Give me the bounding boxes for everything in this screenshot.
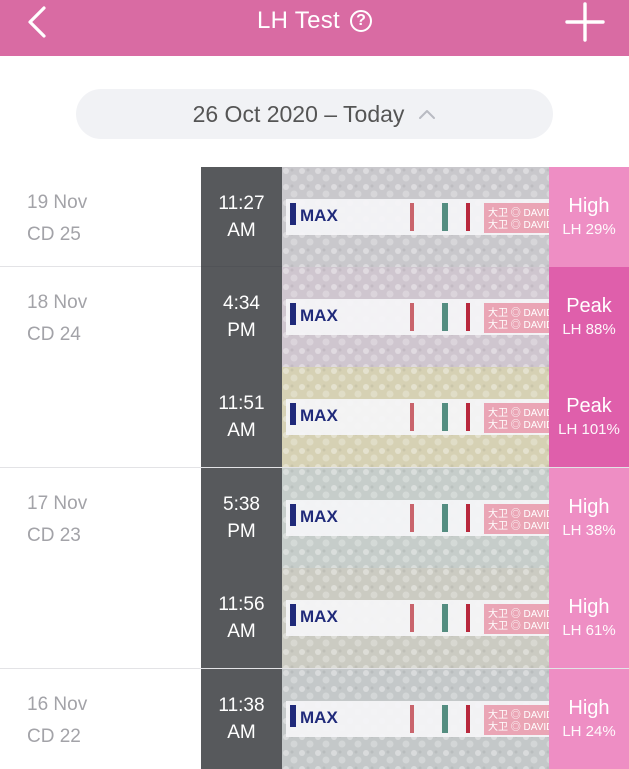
- test-time-ampm: PM: [227, 320, 256, 341]
- cycle-day: CD 24: [27, 324, 81, 345]
- test-row[interactable]: 16 Nov CD 22 11:38 AM MAX 大卫 ◎ DAVID 大卫 …: [0, 669, 629, 769]
- result-label: High: [568, 596, 610, 618]
- help-icon[interactable]: ?: [350, 10, 373, 32]
- test-strip-photo[interactable]: MAX 大卫 ◎ DAVID 大卫 ◎ DAVID: [282, 468, 549, 568]
- strip-label: MAX: [300, 507, 338, 526]
- test-strip-photo[interactable]: MAX 大卫 ◎ DAVID 大卫 ◎ DAVID: [282, 669, 549, 769]
- test-time-value: 11:56: [218, 594, 265, 615]
- cycle-day: CD 22: [27, 726, 81, 747]
- lh-value: LH 88%: [562, 321, 616, 338]
- lh-value: LH 24%: [562, 723, 616, 740]
- strip-brand-mark: 大卫 ◎ DAVID: [488, 306, 549, 319]
- result-label: High: [568, 496, 610, 518]
- strip-brand-mark: 大卫 ◎ DAVID: [488, 218, 549, 231]
- strip-label: MAX: [300, 607, 338, 626]
- result-badge: High LH 24%: [549, 669, 629, 769]
- test-date: 16 Nov: [27, 694, 88, 715]
- cycle-day: CD 25: [27, 224, 81, 245]
- test-time: 5:38 PM: [201, 468, 282, 568]
- test-strip-photo[interactable]: MAX 大卫 ◎ DAVID 大卫 ◎ DAVID: [282, 167, 549, 267]
- lh-value: LH 29%: [562, 221, 616, 238]
- test-date: 17 Nov: [27, 493, 88, 514]
- strip-label: MAX: [300, 306, 338, 325]
- test-time-ampm: PM: [227, 521, 256, 542]
- test-time-value: 11:38: [218, 695, 265, 716]
- strip-label: MAX: [300, 406, 338, 425]
- test-time: 4:34 PM: [201, 267, 282, 367]
- result-badge: Peak LH 101%: [549, 367, 629, 467]
- strip-brand-mark: 大卫 ◎ DAVID: [488, 720, 549, 733]
- test-row[interactable]: 19 Nov CD 25 11:27 AM MAX 大卫 ◎ DAVID 大卫 …: [0, 167, 629, 267]
- test-row[interactable]: 11:56 AM MAX 大卫 ◎ DAVID 大卫 ◎ DAVID High …: [0, 568, 629, 668]
- test-time-ampm: AM: [227, 220, 256, 241]
- test-strip-photo[interactable]: MAX 大卫 ◎ DAVID 大卫 ◎ DAVID: [282, 267, 549, 367]
- result-label: Peak: [566, 295, 612, 317]
- test-date: 19 Nov: [27, 192, 88, 213]
- date-range-selector[interactable]: 26 Oct 2020 – Today: [76, 89, 553, 139]
- test-time: 11:56 AM: [201, 568, 282, 668]
- test-row[interactable]: 18 Nov CD 24 4:34 PM MAX 大卫 ◎ DAVID 大卫 ◎…: [0, 267, 629, 367]
- test-date-group: 17 Nov CD 23: [27, 488, 87, 552]
- test-time-value: 11:51: [218, 393, 265, 414]
- plus-icon[interactable]: [565, 2, 605, 42]
- date-range-label: 26 Oct 2020 – Today: [192, 100, 405, 127]
- test-time: 11:27 AM: [201, 167, 282, 267]
- result-label: High: [568, 697, 610, 719]
- test-row[interactable]: 17 Nov CD 23 5:38 PM MAX 大卫 ◎ DAVID 大卫 ◎…: [0, 468, 629, 568]
- strip-brand-mark: 大卫 ◎ DAVID: [488, 619, 549, 632]
- app-header: LH Test ?: [0, 0, 629, 56]
- strip-brand-mark: 大卫 ◎ DAVID: [488, 418, 549, 431]
- strip-brand-mark: 大卫 ◎ DAVID: [488, 206, 549, 219]
- lh-value: LH 61%: [562, 622, 616, 639]
- lh-value: LH 38%: [562, 522, 616, 539]
- test-strip-photo[interactable]: MAX 大卫 ◎ DAVID 大卫 ◎ DAVID: [282, 367, 549, 467]
- strip-brand-mark: 大卫 ◎ DAVID: [488, 607, 549, 620]
- test-date: 18 Nov: [27, 292, 88, 313]
- test-row[interactable]: 11:51 AM MAX 大卫 ◎ DAVID 大卫 ◎ DAVID Peak …: [0, 367, 629, 467]
- test-time-ampm: AM: [227, 621, 256, 642]
- result-badge: High LH 29%: [549, 167, 629, 267]
- strip-brand-mark: 大卫 ◎ DAVID: [488, 519, 549, 532]
- strip-brand-mark: 大卫 ◎ DAVID: [488, 318, 549, 331]
- test-date-group: 19 Nov CD 25: [27, 187, 87, 251]
- strip-label: MAX: [300, 206, 338, 225]
- test-time: 11:51 AM: [201, 367, 282, 467]
- page-title: LH Test: [256, 7, 341, 34]
- result-badge: Peak LH 88%: [549, 267, 629, 367]
- strip-brand-mark: 大卫 ◎ DAVID: [488, 507, 549, 520]
- test-time-value: 5:38: [223, 494, 260, 515]
- result-label: Peak: [566, 395, 612, 417]
- chevron-up-icon: [419, 110, 436, 119]
- strip-brand-mark: 大卫 ◎ DAVID: [488, 406, 549, 419]
- result-badge: High LH 61%: [549, 568, 629, 668]
- test-strip-photo[interactable]: MAX 大卫 ◎ DAVID 大卫 ◎ DAVID: [282, 568, 549, 668]
- result-label: High: [568, 195, 610, 217]
- test-date-group: 18 Nov CD 24: [27, 287, 87, 351]
- cycle-day: CD 23: [27, 525, 81, 546]
- test-date-group: 16 Nov CD 22: [27, 689, 87, 753]
- test-time-value: 4:34: [223, 293, 260, 314]
- lh-value: LH 101%: [558, 421, 620, 438]
- test-time-ampm: AM: [227, 722, 256, 743]
- test-time: 11:38 AM: [201, 669, 282, 769]
- test-time-value: 11:27: [218, 193, 265, 214]
- test-time-ampm: AM: [227, 420, 256, 441]
- strip-brand-mark: 大卫 ◎ DAVID: [488, 708, 549, 721]
- result-badge: High LH 38%: [549, 468, 629, 568]
- strip-label: MAX: [300, 708, 338, 727]
